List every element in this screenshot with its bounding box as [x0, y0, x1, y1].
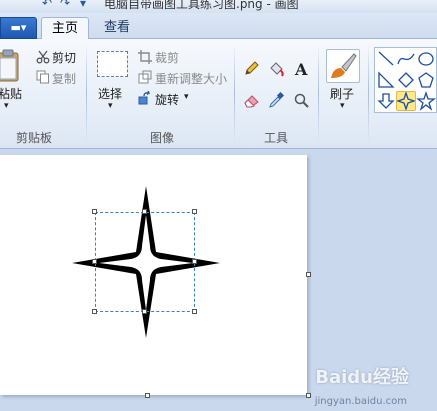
quick-access-dropdown-icon[interactable]: ▾ [80, 0, 86, 10]
tools-group-label: 工具 [264, 131, 289, 145]
shape-selection-box[interactable] [95, 212, 195, 312]
title-bar: ↶ ↷ ▾ 电脑自带画图工具练习图.png - 画图 [0, 0, 437, 13]
shape-curve[interactable] [396, 49, 416, 69]
shape-line[interactable] [376, 49, 396, 69]
shape-pentagon[interactable] [416, 70, 436, 90]
selection-handle[interactable] [92, 209, 97, 214]
text-icon: A [294, 60, 308, 79]
color-picker-tool[interactable] [267, 91, 286, 110]
quick-access-undo-icon[interactable]: ↶ [42, 0, 52, 10]
selection-handle[interactable] [92, 309, 97, 314]
shape-diamond[interactable] [396, 70, 416, 90]
brush-icon [331, 53, 357, 78]
triangle-icon [378, 71, 395, 88]
crop-button[interactable]: 裁剪 [155, 49, 179, 66]
select-rect-icon[interactable] [97, 51, 128, 77]
pencil-icon [245, 61, 259, 75]
ribbon-separator [86, 43, 87, 143]
copy-button[interactable]: 复制 [52, 70, 76, 87]
magnifier-icon [294, 93, 309, 108]
brushes-label[interactable]: 刷子 [330, 85, 354, 102]
baidu-watermark-url: jingyan.baidu.com [314, 396, 407, 407]
select-label[interactable]: 选择 [98, 85, 122, 102]
shape-oval[interactable] [416, 49, 436, 69]
window-title: 电脑自带画图工具练习图.png - 画图 [104, 0, 299, 11]
text-tool[interactable]: A [292, 59, 311, 79]
crop-icon [138, 50, 152, 64]
ribbon-separator [234, 43, 235, 143]
scissors-icon [36, 50, 50, 64]
drawing-workspace: Baidu经验 jingyan.baidu.com [0, 150, 437, 411]
ribbon-separator [318, 43, 319, 143]
resize-icon [138, 70, 152, 84]
four-point-star-icon [395, 90, 417, 112]
clipboard-group-label: 剪贴板 [16, 131, 53, 145]
ribbon: 粘贴 ▾ 剪切 复制 剪贴板 选择 ▾ 裁剪 重新调整大小 旋转 ▾ 图像 A … [0, 39, 437, 149]
five-point-star-icon [416, 90, 436, 111]
select-dropdown-icon[interactable]: ▾ [108, 101, 113, 111]
fill-tool[interactable] [267, 59, 286, 78]
selection-handle[interactable] [192, 209, 197, 214]
canvas[interactable] [0, 155, 307, 395]
quick-access-redo-icon[interactable]: ↷ [60, 0, 70, 10]
eraser-tool[interactable] [242, 91, 261, 110]
fill-bucket-icon [270, 62, 284, 77]
eraser-icon [244, 95, 259, 108]
rotate-button[interactable]: 旋转 [155, 91, 179, 108]
color-picker-icon [269, 91, 285, 108]
image-group-label: 图像 [150, 131, 175, 145]
polygon-icon [398, 72, 414, 88]
copy-icon [36, 70, 49, 84]
canvas-resize-handle-right[interactable] [306, 272, 311, 277]
cut-button[interactable]: 剪切 [52, 49, 76, 66]
rotate-icon [138, 91, 151, 105]
tab-view[interactable]: 查看 [95, 17, 139, 40]
ribbon-tab-row: ▬▾ 主页 查看 [0, 13, 437, 40]
selection-handle[interactable] [192, 259, 197, 264]
file-menu-button[interactable]: ▬▾ [0, 17, 37, 39]
pencil-tool[interactable] [242, 59, 261, 78]
pentagon-icon [418, 72, 434, 88]
shapes-gallery [374, 47, 437, 113]
magnifier-tool[interactable] [292, 91, 311, 110]
brushes-button[interactable] [326, 49, 360, 83]
shape-triangle[interactable] [376, 70, 396, 90]
canvas-resize-handle-bottom[interactable] [145, 393, 150, 398]
canvas-resize-handle-corner[interactable] [306, 393, 311, 398]
selection-handle[interactable] [92, 259, 97, 264]
rotate-dropdown-icon[interactable]: ▾ [184, 92, 189, 102]
shape-arrow-down[interactable] [376, 91, 396, 111]
line-icon [378, 51, 394, 66]
tab-home[interactable]: 主页 [41, 17, 89, 40]
curve-icon [397, 53, 415, 65]
brushes-dropdown-icon[interactable]: ▾ [340, 101, 345, 111]
paste-dropdown-icon[interactable]: ▾ [4, 101, 9, 111]
paste-icon[interactable] [0, 49, 22, 83]
ribbon-separator [368, 43, 369, 143]
arrow-down-icon [377, 93, 395, 109]
selection-handle[interactable] [192, 309, 197, 314]
paste-label[interactable]: 粘贴 [0, 85, 22, 102]
shape-four-point-star[interactable] [395, 90, 417, 112]
selection-handle[interactable] [142, 309, 147, 314]
resize-button[interactable]: 重新调整大小 [155, 70, 227, 87]
oval-icon [418, 52, 434, 66]
shape-five-point-star[interactable] [416, 90, 436, 111]
svg-text:A: A [294, 60, 308, 77]
baidu-watermark: Baidu经验 [315, 367, 409, 388]
selection-handle[interactable] [142, 209, 147, 214]
